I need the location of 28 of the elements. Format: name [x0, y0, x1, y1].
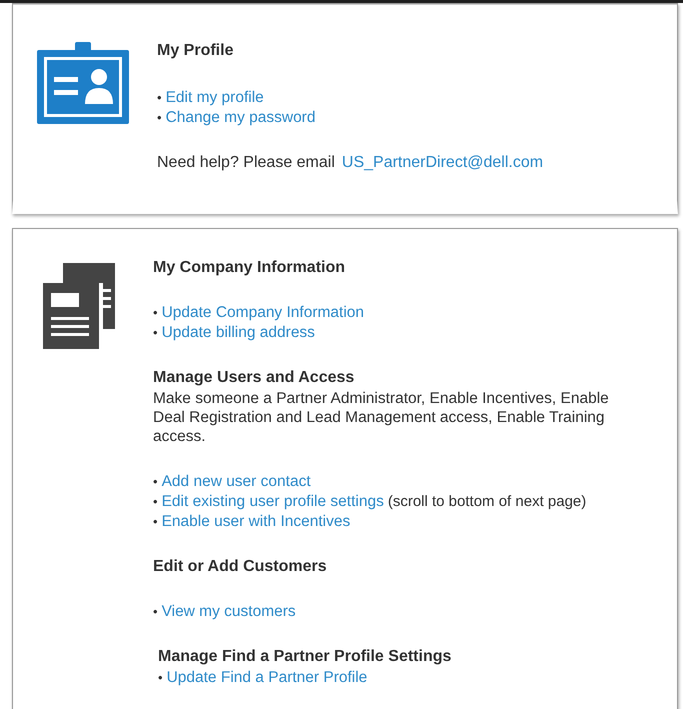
bullet: • — [153, 474, 158, 489]
section-heading: Manage Users and Access — [153, 369, 356, 387]
bullet: • — [153, 494, 158, 509]
section-heading: My Profile — [157, 42, 234, 60]
note-text: (scroll to bottom of next page) — [388, 493, 586, 510]
bullet: • — [153, 305, 158, 320]
description-text: Make someone a Partner Administrator, Enable Incentives, Enable Deal Registration and Lead Management access, Enable Training access. — [153, 389, 610, 446]
link[interactable]: Update Company Information — [162, 304, 364, 321]
bullet: • — [153, 604, 158, 619]
link[interactable]: Change my password — [166, 109, 316, 126]
email-link[interactable]: US_PartnerDirect@dell.com — [342, 154, 544, 172]
link[interactable]: Enable user with Incentives — [162, 513, 350, 530]
link[interactable]: Add new user contact — [162, 473, 311, 490]
bullet: • — [157, 110, 162, 125]
link[interactable]: Update Find a Partner Profile — [166, 669, 368, 686]
bullet: • — [153, 514, 158, 529]
id-badge-icon — [37, 42, 129, 124]
bullet: • — [157, 90, 162, 105]
section-heading: My Company Information — [153, 259, 346, 277]
link[interactable]: Update billing address — [162, 324, 315, 341]
section-heading: Edit or Add Customers — [153, 558, 328, 576]
link[interactable]: Edit my profile — [166, 89, 264, 106]
help-text: Need help? Please email — [157, 154, 335, 172]
bullet: • — [158, 670, 163, 685]
section-heading: Manage Find a Partner Profile Settings — [158, 648, 452, 666]
link[interactable]: Edit existing user profile settings — [162, 493, 384, 510]
bullet: • — [153, 325, 158, 340]
link[interactable]: View my customers — [162, 603, 296, 620]
